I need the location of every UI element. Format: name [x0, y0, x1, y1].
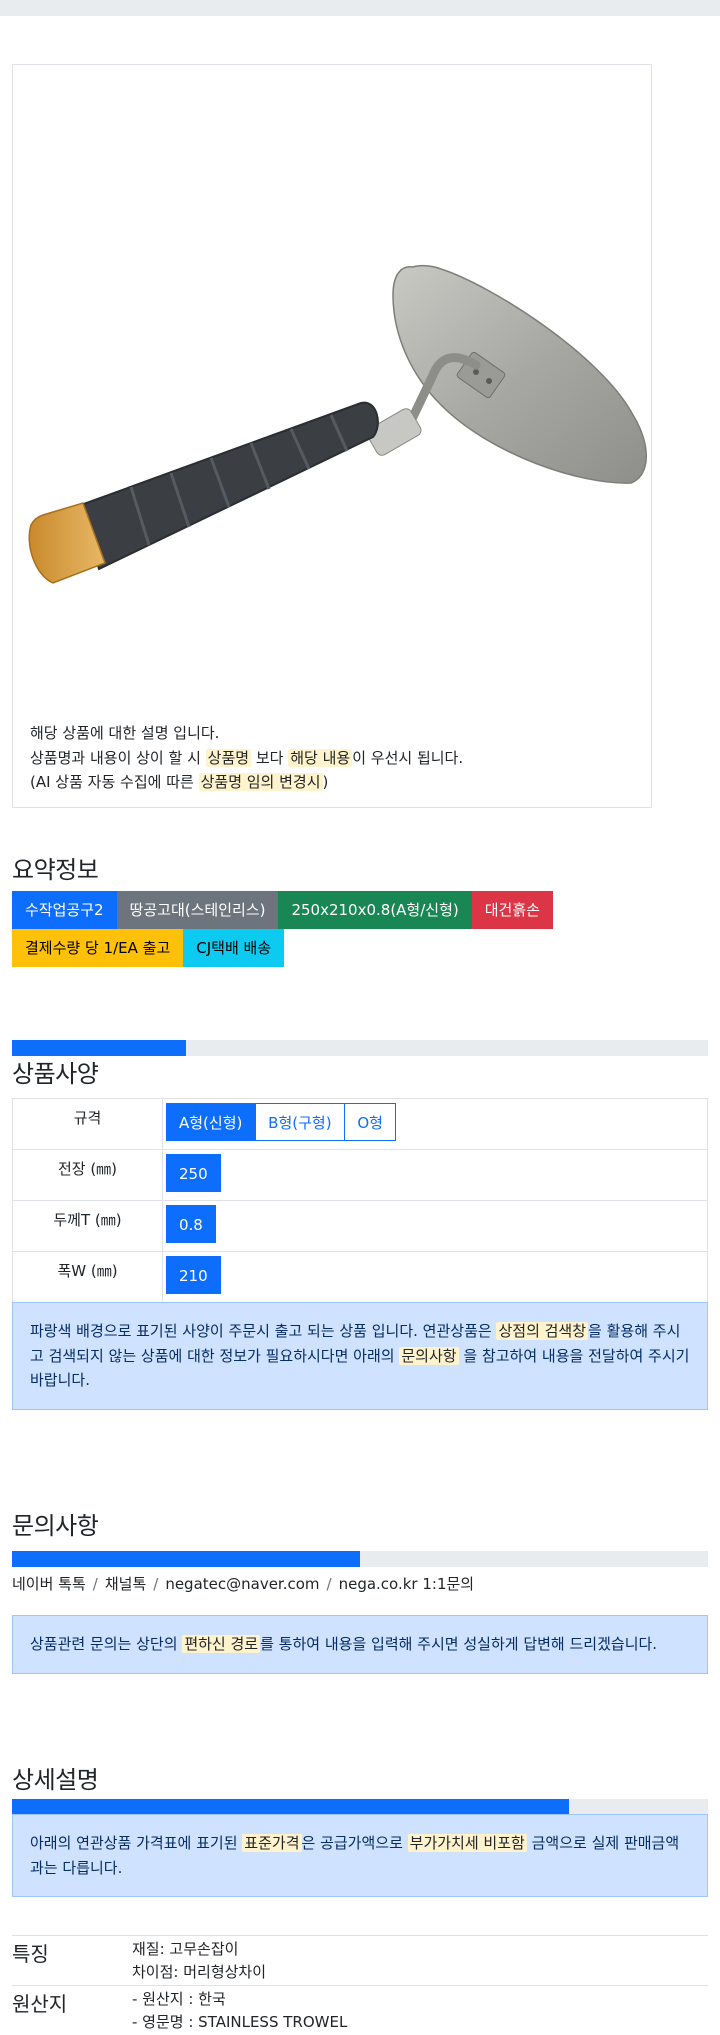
- highlight-standard-price: 표준가격: [242, 1834, 302, 1852]
- highlight-convenient-route: 편하신 경로: [182, 1635, 261, 1653]
- feature-values: 재질: 고무손잡이 차이점: 머리형상차이: [132, 1940, 267, 1981]
- separator: /: [92, 1575, 98, 1593]
- spec-label: 두께T (㎜): [12, 1200, 163, 1252]
- feature-row-characteristics: 특징 재질: 고무손잡이 차이점: 머리형상차이: [12, 1935, 708, 1983]
- option-thickness[interactable]: 0.8: [166, 1205, 216, 1243]
- description-line-2: 상품명과 내용이 상이 할 시 상품명 보다 해당 내용 이 우선시 됩니다.: [30, 748, 464, 767]
- spec-row-thickness: 두께T (㎜) 0.8: [12, 1200, 708, 1252]
- spec-label: 전장 (㎜): [12, 1149, 163, 1201]
- detail-notice: 아래의 연관상품 가격표에 표기된 표준가격 은 공급가액으로 부가가치세 비포함…: [12, 1814, 708, 1897]
- spec-row-length: 전장 (㎜) 250: [12, 1149, 708, 1201]
- product-image-card: 해당 상품에 대한 설명 입니다. 상품명과 내용이 상이 할 시 상품명 보다…: [12, 64, 652, 808]
- option-a-type[interactable]: A형(신형): [166, 1103, 256, 1141]
- summary-badges: 수작업공구2 땅공고대(스테인리스) 250x210x0.8(A형/신형) 대건…: [12, 891, 712, 967]
- separator: /: [153, 1575, 159, 1593]
- feature-key: 특징: [12, 1942, 49, 1966]
- summary-title: 요약정보: [12, 856, 99, 884]
- option-length[interactable]: 250: [166, 1154, 221, 1192]
- badge-size: 250x210x0.8(A형/신형): [278, 891, 472, 929]
- detail-title: 상세설명: [12, 1766, 99, 1794]
- option-o-type[interactable]: O형: [344, 1103, 396, 1141]
- option-b-type[interactable]: B형(구형): [255, 1103, 345, 1141]
- detail-progress-fill: [12, 1799, 569, 1815]
- link-email[interactable]: negatec@naver.com: [165, 1575, 319, 1593]
- spec-row-width: 폭W (㎜) 210: [12, 1251, 708, 1303]
- spec-options: A형(신형) B형(구형) O형: [162, 1098, 708, 1150]
- spec-progress-bar: [12, 1040, 708, 1056]
- badge-courier: CJ택배 배송: [183, 929, 285, 967]
- inquiry-notice: 상품관련 문의는 상단의 편하신 경로 를 통하여 내용을 입력해 주시면 성실하…: [12, 1615, 708, 1674]
- link-naver-talktalk[interactable]: 네이버 톡톡: [12, 1575, 86, 1593]
- feature-values: - 원산지 : 한국 - 영문명 : STAINLESS TROWEL: [132, 1990, 348, 2031]
- spec-options: 210: [162, 1251, 708, 1303]
- spec-options: 0.8: [162, 1200, 708, 1252]
- highlight-name-change: 상품명 임의 변경시: [198, 773, 323, 791]
- spec-label: 규격: [12, 1098, 163, 1150]
- inquiry-progress-fill: [12, 1551, 360, 1567]
- spec-notice: 파랑색 배경으로 표기된 사양이 주문시 출고 되는 상품 입니다. 연관상품은…: [12, 1302, 708, 1410]
- option-width[interactable]: 210: [166, 1256, 221, 1294]
- trowel-product-image: [28, 264, 647, 584]
- spec-row-standard: 규격 A형(신형) B형(구형) O형: [12, 1098, 708, 1150]
- feature-row-origin: 원산지 - 원산지 : 한국 - 영문명 : STAINLESS TROWEL: [12, 1985, 708, 2035]
- spec-label: 폭W (㎜): [12, 1251, 163, 1303]
- badge-category: 수작업공구2: [12, 891, 117, 929]
- link-channel-talk[interactable]: 채널톡: [105, 1575, 146, 1593]
- spec-table: 규격 A형(신형) B형(구형) O형 전장 (㎜) 250 두께T (㎜) 0…: [12, 1098, 708, 1303]
- highlight-inquiry: 문의사항: [399, 1346, 459, 1365]
- description-line-1: 해당 상품에 대한 설명 입니다.: [30, 724, 220, 742]
- badge-brand: 대건흙손: [471, 891, 553, 929]
- badge-product-type: 땅공고대(스테인리스): [116, 891, 279, 929]
- spec-options: 250: [162, 1149, 708, 1201]
- description-line-3: (AI 상품 자동 수집에 따른 상품명 임의 변경시): [30, 773, 329, 791]
- separator: /: [326, 1575, 332, 1593]
- feature-key: 원산지: [12, 1992, 68, 2016]
- top-bar: [0, 0, 720, 16]
- badge-shipping-qty: 결제수량 당 1/EA 출고: [12, 929, 184, 967]
- highlight-search-box: 상점의 검색창: [496, 1322, 589, 1340]
- product-description: 해당 상품에 대한 설명 입니다. 상품명과 내용이 상이 할 시 상품명 보다…: [30, 721, 640, 795]
- highlight-content: 해당 내용: [288, 748, 353, 767]
- link-one-to-one[interactable]: nega.co.kr 1:1문의: [339, 1575, 475, 1593]
- highlight-vat-excluded: 부가가치세 비포함: [407, 1834, 527, 1852]
- inquiry-progress-bar: [12, 1551, 708, 1567]
- spec-title: 상품사양: [12, 1060, 99, 1088]
- contact-links: 네이버 톡톡 / 채널톡 / negatec@naver.com / nega.co.kr …: [12, 1573, 474, 1594]
- highlight-product-name: 상품명: [205, 748, 252, 767]
- inquiry-title: 문의사항: [12, 1512, 99, 1540]
- detail-progress-bar: [12, 1799, 708, 1815]
